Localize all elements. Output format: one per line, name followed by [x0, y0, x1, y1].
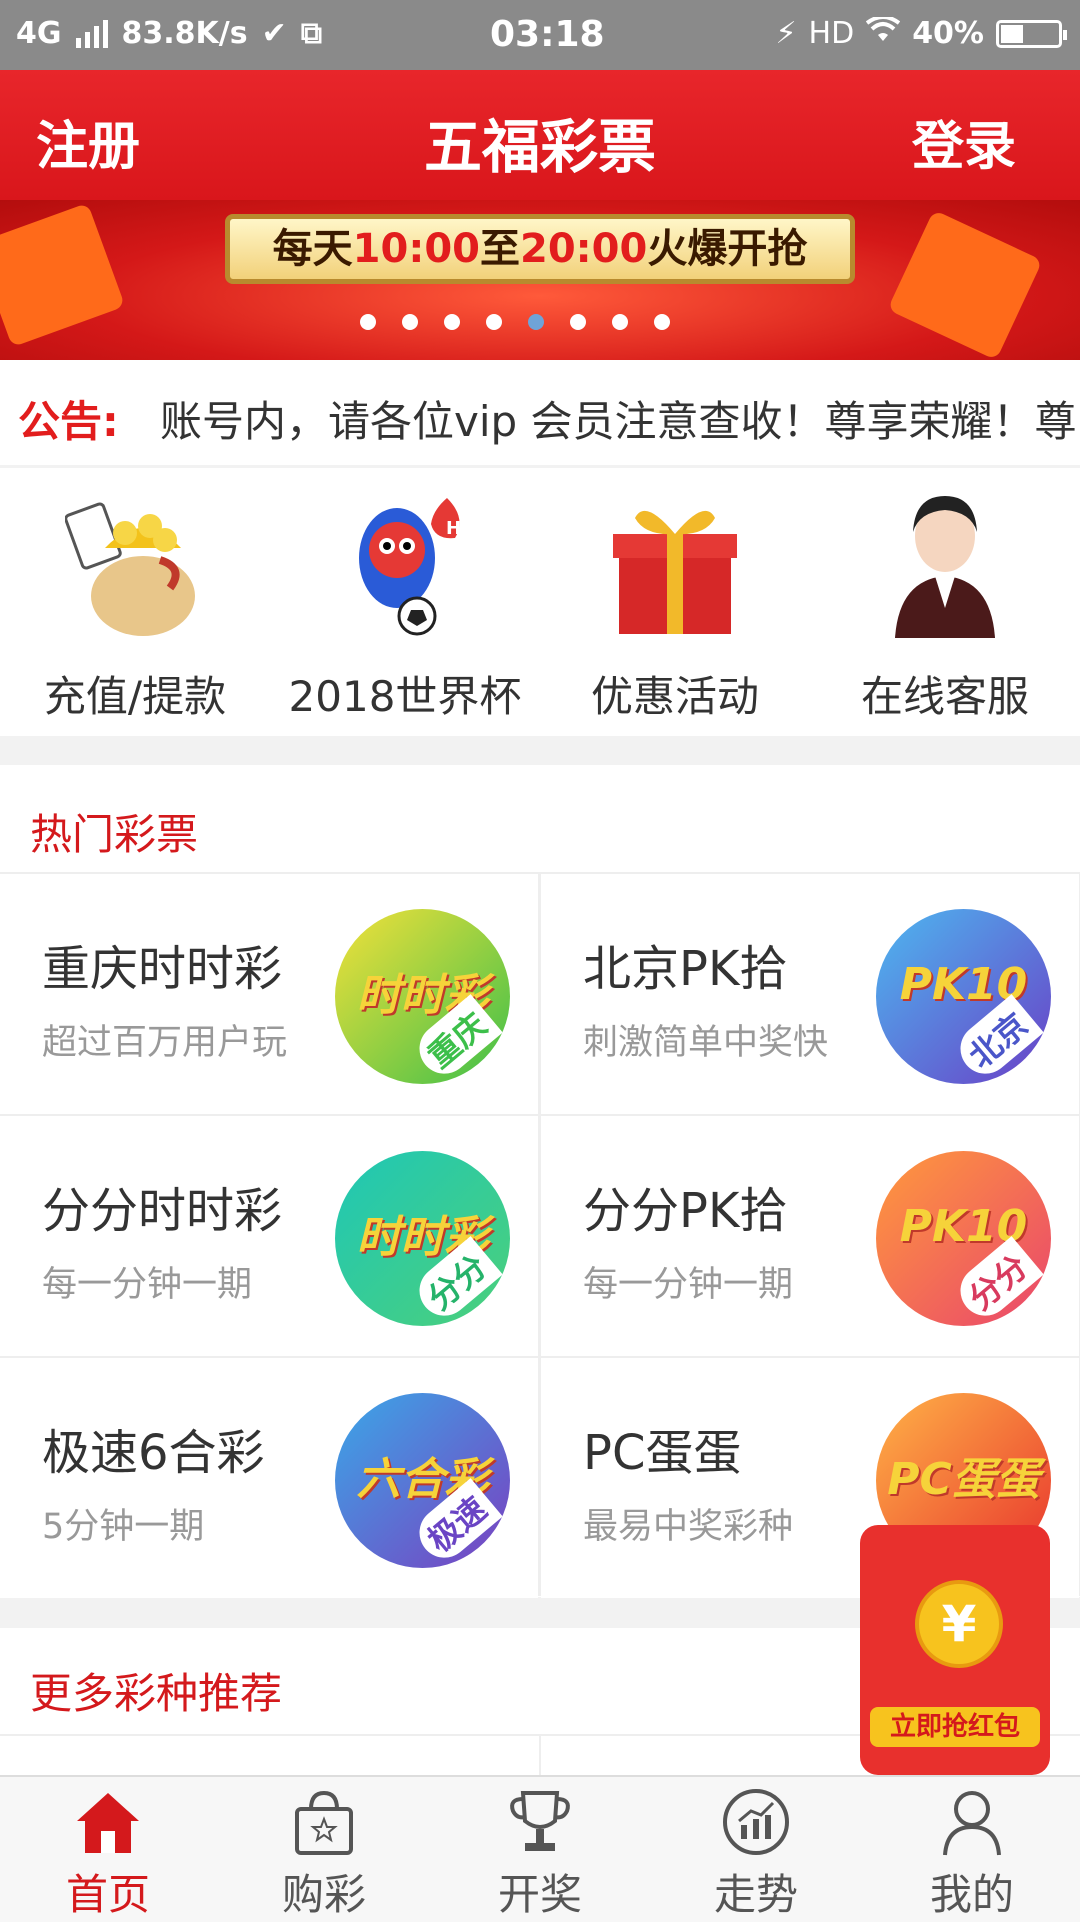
lottery-name: 分分PK拾: [583, 1183, 788, 1239]
tab-home[interactable]: 首页: [0, 1777, 216, 1922]
charging-icon: ⚡: [775, 16, 797, 51]
carousel-dot[interactable]: [486, 314, 502, 330]
lottery-logo-icon: PK10 分分: [876, 1151, 1051, 1326]
lottery-card[interactable]: 北京PK拾刺激简单中奖快 PK10 北京: [541, 872, 1079, 1114]
announcement-bar[interactable]: 公告: 账号内，请各位vip 会员注意查收！尊享荣耀！尊: [0, 360, 1080, 465]
lottery-description: 每一分钟一期: [42, 1265, 253, 1305]
login-button[interactable]: 登录: [912, 104, 1016, 179]
money-bag-icon: [65, 502, 195, 636]
lottery-name: 北京PK拾: [583, 941, 788, 997]
section-heading: 更多彩种推荐: [30, 1669, 283, 1718]
home-icon: [77, 1793, 139, 1853]
lottery-card[interactable]: 极速6合彩 5分钟一期 六合彩 极速: [0, 1356, 538, 1598]
quick-link-label: 在线客服: [860, 672, 1029, 721]
app-header: 注册 五福彩票 登录: [0, 70, 1080, 200]
carousel-dot[interactable]: [360, 314, 376, 330]
announcement-label: 公告:: [18, 397, 119, 446]
tab-label: 购彩: [281, 1870, 366, 1919]
divider: [539, 1734, 541, 1775]
carousel-dot[interactable]: [654, 314, 670, 330]
red-packet-float[interactable]: ¥ 立即抢红包: [860, 1525, 1050, 1775]
lottery-description: 每一分钟一期: [583, 1265, 794, 1305]
lottery-name: PC蛋蛋: [583, 1425, 742, 1481]
lottery-logo-icon: PK10 北京: [876, 909, 1051, 1084]
quick-link-promotions[interactable]: 优惠活动: [540, 468, 810, 736]
carousel-dot[interactable]: [612, 314, 628, 330]
lottery-logo-text: PK10: [899, 1201, 1028, 1252]
status-bar: 4G 83.8K/s ✔ ⧉ 03:18 ⚡ HD 40%: [0, 0, 1080, 70]
quick-link-label: 2018世界杯: [288, 672, 522, 721]
hot-badge: HOT: [446, 518, 489, 539]
lottery-name: 分分时时彩: [42, 1183, 283, 1239]
network-speed: 83.8K/s: [121, 16, 248, 51]
quick-links: 充值/提款 HOT 2018世界杯 优惠活动 在线客服: [0, 468, 1080, 736]
tab-profile[interactable]: 我的: [864, 1777, 1080, 1922]
lottery-description: 5分钟一期: [42, 1507, 205, 1547]
lottery-logo-icon: 六合彩 极速: [335, 1393, 510, 1568]
announcement-text: 账号内，请各位vip 会员注意查收！尊享荣耀！尊: [160, 397, 1077, 446]
screenshot-icon: ⧉: [300, 16, 323, 51]
lottery-description: 超过百万用户玩: [42, 1023, 288, 1063]
tab-trends[interactable]: 走势: [648, 1777, 864, 1922]
tab-buy-lottery[interactable]: 购彩: [216, 1777, 432, 1922]
world-cup-mascot-icon: [359, 498, 460, 636]
quick-link-customer-service[interactable]: 在线客服: [810, 468, 1080, 736]
carousel-dot[interactable]: [570, 314, 586, 330]
tab-label: 我的: [929, 1870, 1014, 1919]
lottery-card[interactable]: 分分PK拾每一分钟一期 PK10 分分: [541, 1114, 1079, 1356]
lottery-description: 刺激简单中奖快: [583, 1023, 829, 1063]
shopping-bag-icon: [295, 1790, 353, 1855]
carousel-dot[interactable]: [402, 314, 418, 330]
grab-red-packet-button[interactable]: 立即抢红包: [870, 1707, 1040, 1747]
signal-icon: [75, 19, 108, 48]
battery-percent: 40%: [912, 16, 984, 51]
lottery-logo-icon: 时时彩 分分: [335, 1151, 510, 1326]
quick-link-recharge[interactable]: 充值/提款: [0, 468, 270, 736]
carousel-indicator: [360, 314, 670, 330]
lottery-logo-text: PC蛋蛋: [887, 1454, 1040, 1505]
bottom-tab-bar: 首页 购彩 开奖 走势 我的: [0, 1775, 1080, 1922]
lottery-card[interactable]: 重庆时时彩超过百万用户玩 时时彩 重庆: [0, 872, 538, 1114]
check-circle-icon: ✔: [261, 16, 287, 51]
tab-label: 走势: [713, 1870, 798, 1919]
wifi-icon: [865, 15, 901, 51]
hd-indicator: HD: [808, 16, 855, 51]
tab-label: 首页: [65, 1870, 150, 1919]
carousel-dot[interactable]: [444, 314, 460, 330]
red-envelope-decoration: [887, 209, 1043, 360]
tab-label: 开奖: [497, 1870, 582, 1919]
lottery-logo-icon: 时时彩 重庆: [335, 909, 510, 1084]
carousel-dot[interactable]: [528, 314, 544, 330]
user-icon: [943, 1791, 1001, 1856]
gift-box-icon: [613, 510, 737, 634]
lottery-name: 重庆时时彩: [42, 941, 283, 997]
tab-results[interactable]: 开奖: [432, 1777, 648, 1922]
promo-banner[interactable]: 每天10:00至20:00火爆开抢: [0, 200, 1080, 360]
quick-link-label: 优惠活动: [590, 672, 759, 721]
network-type: 4G: [16, 16, 62, 51]
lottery-card[interactable]: 分分时时彩每一分钟一期 时时彩 分分: [0, 1114, 538, 1356]
quick-link-world-cup[interactable]: HOT 2018世界杯: [270, 468, 540, 736]
banner-headline: 每天10:00至20:00火爆开抢: [225, 214, 855, 284]
lottery-description: 最易中奖彩种: [583, 1507, 794, 1547]
red-envelope-decoration: [0, 202, 126, 348]
yuan-coin-icon: ¥: [915, 1580, 1003, 1668]
customer-service-icon: [895, 496, 995, 638]
lottery-logo-text: PK10: [899, 959, 1028, 1010]
trophy-icon: [510, 1791, 570, 1851]
lottery-name: 极速6合彩: [42, 1425, 265, 1481]
lottery-grid: 重庆时时彩超过百万用户玩 时时彩 重庆 北京PK拾刺激简单中奖快 PK10 北京分分时时彩…: [0, 872, 1080, 1598]
battery-icon: [996, 19, 1067, 48]
section-heading: 热门彩票: [30, 810, 199, 859]
trend-chart-icon: [723, 1789, 789, 1855]
quick-link-label: 充值/提款: [43, 672, 227, 721]
clock: 03:18: [490, 14, 605, 55]
